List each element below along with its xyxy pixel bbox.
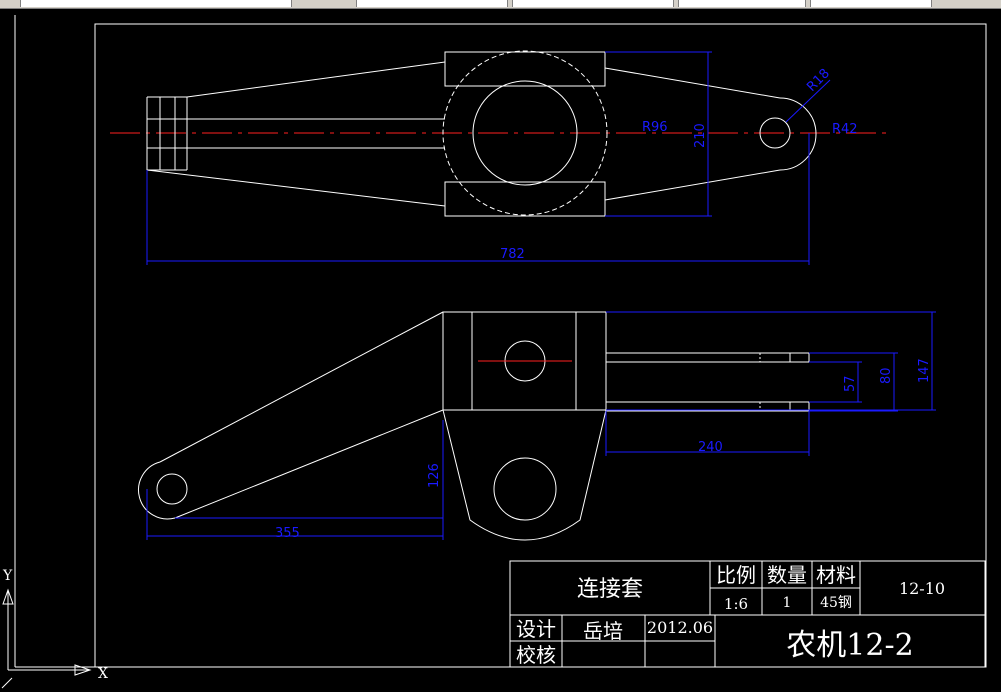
front-view-dimensions	[146, 311, 936, 540]
dim-355: 355	[275, 526, 300, 541]
dim-240: 240	[698, 440, 723, 455]
dim-r42: R42	[832, 122, 858, 137]
designer-name: 岳培	[583, 619, 623, 643]
checker-label: 校核	[516, 643, 556, 667]
dim-r18: R18	[804, 66, 833, 95]
ucs-y-label: Y	[2, 568, 13, 584]
top-view	[110, 50, 890, 217]
top-view-dimensions	[146, 51, 831, 265]
right-lug-arc	[779, 97, 817, 171]
bottom-lug-outline	[442, 409, 607, 541]
quantity-value: 1	[783, 595, 792, 611]
left-lug-hole	[156, 473, 188, 505]
front-view	[138, 311, 810, 541]
project-name: 农机12-2	[786, 628, 913, 663]
drawing-number: 12-10	[899, 579, 945, 598]
hub-bottom-block	[444, 181, 606, 217]
scale-value: 1:6	[724, 595, 748, 613]
ucs-x-label: X	[98, 666, 108, 682]
dim-r96: R96	[642, 120, 668, 135]
part-name: 连接套	[577, 577, 643, 602]
dim-80: 80	[879, 367, 894, 384]
dim-147: 147	[917, 358, 932, 383]
dim-782: 782	[500, 247, 525, 262]
bottom-lug-hole	[493, 457, 557, 521]
material-label: 材料	[816, 563, 856, 587]
dim-57: 57	[843, 375, 858, 392]
drawing-date: 2012.06	[647, 618, 713, 637]
quantity-label: 数量	[767, 563, 807, 587]
dim-126: 126	[427, 463, 442, 488]
scale-label: 比例	[716, 563, 756, 587]
drawing-canvas[interactable]: R18 R96 R42 210 782 147 80 57 240 126 35…	[0, 0, 1001, 692]
dim-210: 210	[693, 123, 708, 148]
material-value: 45钢	[820, 595, 852, 611]
designer-label: 设计	[516, 617, 556, 641]
